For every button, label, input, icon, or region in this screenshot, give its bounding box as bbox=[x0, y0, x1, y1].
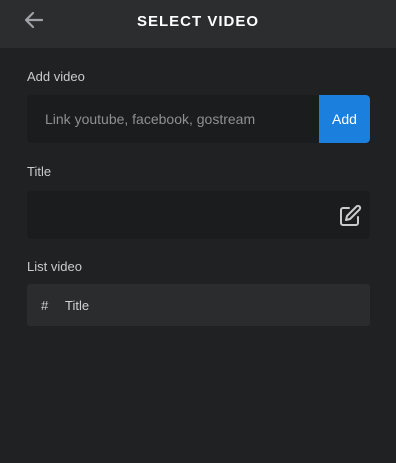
title-field-row bbox=[27, 191, 370, 239]
add-button[interactable]: Add bbox=[319, 95, 370, 143]
title-label: Title bbox=[27, 164, 52, 179]
column-title-header: Title bbox=[65, 298, 90, 313]
video-list-header: # Title bbox=[27, 284, 370, 326]
video-link-input[interactable] bbox=[27, 95, 318, 143]
header-bar: SELECT VIDEO bbox=[0, 0, 396, 48]
add-video-label: Add video bbox=[27, 69, 85, 84]
column-number-header: # bbox=[41, 298, 49, 313]
list-video-label: List video bbox=[27, 259, 82, 274]
title-input[interactable] bbox=[27, 191, 327, 239]
edit-icon[interactable] bbox=[338, 204, 362, 228]
page-title: SELECT VIDEO bbox=[136, 13, 260, 30]
select-video-screen: SELECT VIDEO Add video Add Title List vi… bbox=[0, 0, 396, 463]
add-video-row: Add bbox=[27, 95, 370, 143]
